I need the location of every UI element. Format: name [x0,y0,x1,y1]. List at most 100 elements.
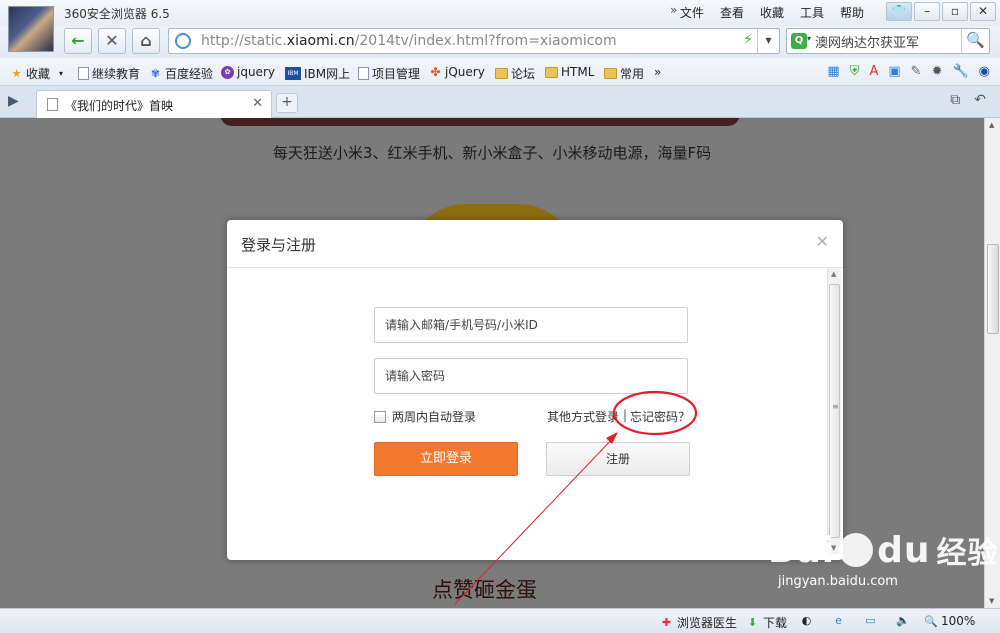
apps-icon[interactable]: ▦ [827,64,839,79]
settings-icon[interactable]: ✹ [932,64,943,79]
menu-file[interactable]: 文件 [680,4,704,21]
bookmark-label: IBM网上 [304,67,351,81]
ie-mode-icon[interactable]: e [832,614,845,627]
bookmark-item[interactable]: ✾ 百度经验 [149,65,213,82]
bookmark-label: jquery [237,65,275,79]
tab-close-icon[interactable]: ✕ [252,96,263,111]
dialog-title: 登录与注册 [241,236,317,254]
window-mode-icon[interactable]: ▭ [864,614,877,627]
restore-tabs-icon[interactable]: ⧉ [950,92,960,108]
bookmark-label: HTML [561,65,595,79]
app-title: 360安全浏览器 6.5 [64,7,170,21]
bookmark-favorites[interactable]: ★ 收藏 ▾ [10,65,63,82]
mouse-gesture-icon[interactable]: ✎ [911,64,922,79]
password-input[interactable] [374,358,688,394]
tab-active[interactable]: 《我们的时代》首映 ✕ [36,90,272,118]
search-engine-icon[interactable]: Q [791,33,807,49]
login-button[interactable]: 立即登录 [374,442,518,476]
compat-mode-icon[interactable]: ◐ [800,614,813,627]
stop-button[interactable]: ✕ [98,28,126,54]
bookmarks-bar: ★ 收藏 ▾ 继续教育 ✾ 百度经验 ✿ jquery IBM IBM网上 项目管理 ✤ j… [0,58,1000,86]
ie-icon: e [835,614,842,627]
speed-mode-icon[interactable]: ⚡ [743,32,753,48]
home-button[interactable]: ⌂ [132,28,160,54]
account-input[interactable] [374,307,688,343]
puzzle-icon: ✤ [430,64,441,79]
browser-doctor[interactable]: ✚ 浏览器医生 [660,614,737,631]
bookmark-item[interactable]: 项目管理 [358,65,420,82]
address-dropdown-icon[interactable]: ▾ [757,29,779,53]
register-button[interactable]: 注册 [546,442,690,476]
menu-overflow-icon[interactable]: » [670,3,677,17]
menu-bar: 文件 查看 收藏 工具 帮助 [680,4,864,21]
bookmark-item[interactable]: ✤ jQuery [429,64,484,79]
login-dialog: 登录与注册 ✕ 两周内自动登录 其他方式登录 | 忘记密码？ 立即登录 注册 ▲… [227,220,843,560]
doctor-icon: ✚ [661,616,672,629]
grip-icon: ≡ [832,402,839,411]
bookmark-label: 论坛 [511,67,536,81]
bookmark-folder[interactable]: 论坛 [495,65,535,82]
search-box: Q ▾ 🔍 [786,28,990,54]
bookmark-item[interactable]: 继续教育 [78,65,140,82]
back-button[interactable]: ← [64,28,92,54]
skin-icon[interactable]: 👕 [886,2,912,21]
other-login-link[interactable]: 其他方式登录 [547,408,619,425]
menu-view[interactable]: 查看 [720,4,744,21]
folder-icon [604,68,617,79]
folder-icon [545,66,558,78]
zoom-control[interactable]: 🔍 100% [924,614,975,628]
scroll-down-icon[interactable]: ▼ [831,544,836,552]
close-window-button[interactable]: ✕ [970,2,996,21]
translate-icon[interactable]: A [869,64,878,79]
user-icon[interactable]: ◉ [979,64,990,79]
page-scrollbar[interactable]: ▲ ▼ [984,118,1000,608]
undo-close-icon[interactable]: ↶ [974,92,986,108]
wrench-icon[interactable]: 🔧 [952,64,968,79]
speaker-icon: 🔈 [896,614,910,627]
globe-icon [175,33,191,49]
scroll-down-icon[interactable]: ▼ [989,597,994,605]
forgot-password-link[interactable]: 忘记密码？ [630,408,690,425]
search-button[interactable]: 🔍 [961,29,989,53]
user-avatar[interactable] [8,6,54,52]
bookmark-item[interactable]: IBM IBM网上 [285,65,350,82]
minimize-button[interactable]: – [914,2,940,21]
page-banner [220,118,740,126]
scroll-up-icon[interactable]: ▲ [989,121,994,129]
address-bar[interactable]: http://static.xiaomi.cn/2014tv/index.htm… [168,28,780,54]
menu-help[interactable]: 帮助 [840,4,864,21]
remember-checkbox[interactable] [374,410,386,423]
shield-icon[interactable]: ⛨ [850,64,860,79]
bookmark-folder[interactable]: 常用 [604,65,644,82]
tab-title: 《我们的时代》首映 [65,99,174,113]
bookmark-folder[interactable]: HTML [545,65,594,79]
page-scroll-thumb[interactable] [987,244,999,334]
maximize-button[interactable]: ▫ [942,2,968,21]
status-bar: ✚ 浏览器医生 ⬇ 下载 ◐ e ▭ 🔈 🔍 100% [0,608,1000,633]
mask-icon: ◐ [801,614,812,627]
search-input[interactable] [815,32,957,50]
bookmark-item[interactable]: ✿ jquery [221,65,275,79]
address-text[interactable]: http://static.xiaomi.cn/2014tv/index.htm… [201,33,617,49]
tab-bar: ▶ 《我们的时代》首映 ✕ + ⧉ ↶ [0,86,1000,118]
download-button[interactable]: ⬇ 下载 [746,614,787,631]
link-separator: | [623,408,628,422]
bookmarks-overflow-icon[interactable]: » [654,65,661,79]
remember-login[interactable]: 两周内自动登录 [374,408,476,425]
folder-icon [495,68,508,79]
bookmark-label: 项目管理 [372,67,421,81]
sidebar-toggle-icon[interactable]: ▶ [8,93,19,109]
page-footer-text: 点赞砸金蛋 [432,578,537,602]
new-tab-button[interactable]: + [276,93,298,113]
scroll-up-icon[interactable]: ▲ [831,270,836,278]
dialog-close-icon[interactable]: ✕ [816,232,829,251]
dialog-scroll-thumb[interactable]: ≡ [829,284,840,538]
search-engine-dropdown-icon[interactable]: ▾ [807,34,811,43]
menu-tools[interactable]: 工具 [800,4,824,21]
dialog-scrollbar[interactable]: ▲ ≡ ▼ [827,268,841,554]
menu-favorites[interactable]: 收藏 [760,4,784,21]
volume-icon[interactable]: 🔈 [896,614,910,627]
screenshot-icon[interactable]: ▣ [888,64,900,79]
url-path: /2014tv/index.html?from=xiaomicom [354,33,617,49]
download-label: 下载 [763,616,788,630]
